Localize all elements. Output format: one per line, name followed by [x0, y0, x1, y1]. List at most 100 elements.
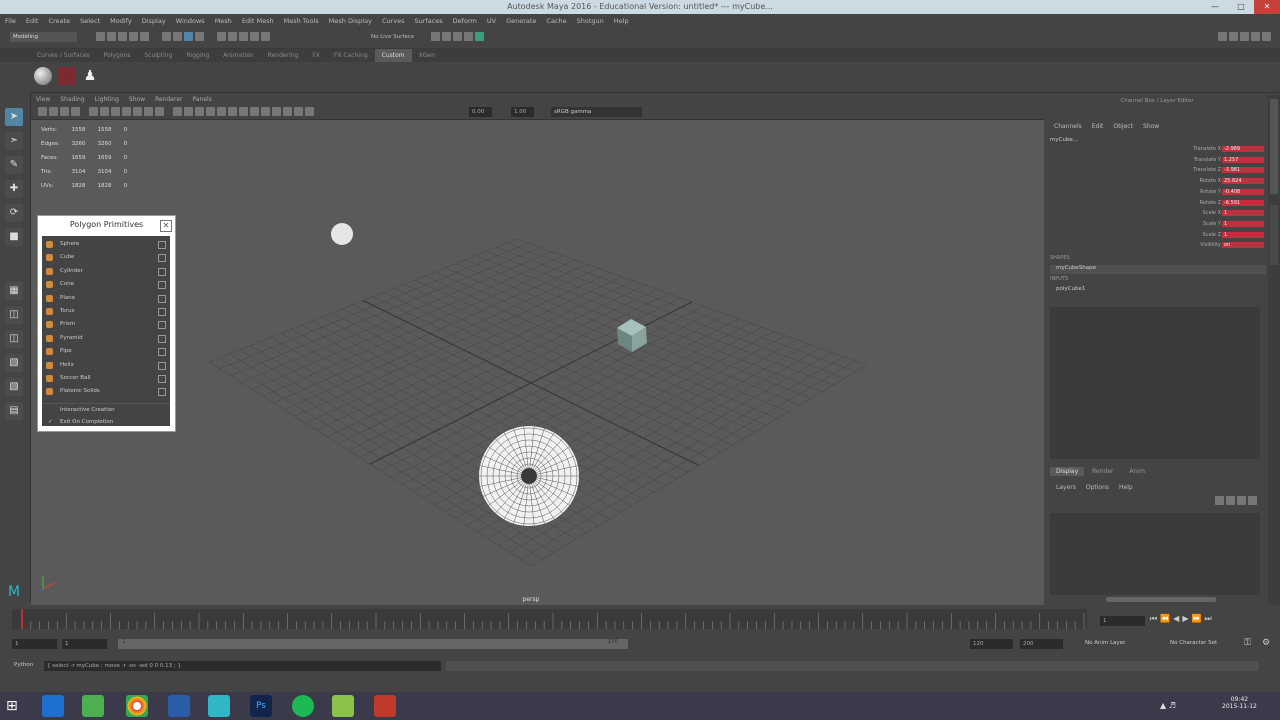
range-start-field[interactable]: 1: [12, 639, 57, 649]
channel-box-icon[interactable]: [1262, 32, 1271, 41]
new-layer-icon[interactable]: [1237, 496, 1246, 505]
anti-alias-icon[interactable]: [261, 107, 270, 116]
select-component-icon[interactable]: [184, 32, 193, 41]
channel-value[interactable]: on: [1222, 242, 1264, 249]
smooth-shade-icon[interactable]: [184, 107, 193, 116]
new-scene-icon[interactable]: [96, 32, 105, 41]
scale-tool-icon[interactable]: ■: [5, 228, 23, 246]
menu-layers[interactable]: Layers: [1056, 484, 1076, 491]
option-item[interactable]: Interactive Creation: [42, 402, 170, 417]
camera-select-icon[interactable]: [38, 107, 47, 116]
playback-start-field[interactable]: 1: [62, 639, 107, 649]
menu-create[interactable]: Create: [43, 14, 75, 28]
primitive-item[interactable]: Platonic Solids: [42, 385, 170, 398]
move-layer-down-icon[interactable]: [1226, 496, 1235, 505]
field-chart-icon[interactable]: [133, 107, 142, 116]
render-settings-icon[interactable]: [453, 32, 462, 41]
menu-edit[interactable]: Edit: [21, 14, 44, 28]
range-slider[interactable]: 1 120: [118, 639, 628, 649]
option-item[interactable]: ✓ Exit On Completion: [42, 416, 170, 429]
channel-value[interactable]: 25.824: [1222, 178, 1264, 185]
menu-windows[interactable]: Windows: [171, 14, 210, 28]
channel-value[interactable]: -2.989: [1222, 146, 1264, 152]
two-pane-icon[interactable]: ◫: [5, 330, 23, 348]
snap-view-icon[interactable]: [239, 32, 248, 41]
move-layer-up-icon[interactable]: [1215, 496, 1224, 505]
option-box-icon[interactable]: [158, 348, 166, 357]
cube-object[interactable]: [617, 319, 647, 352]
channel-row[interactable]: Visibility on: [1146, 242, 1266, 253]
hypershade-icon[interactable]: [464, 32, 473, 41]
select-tool-icon[interactable]: ➤: [5, 108, 23, 126]
snap-grid-icon[interactable]: [195, 32, 204, 41]
ambient-occlusion-icon[interactable]: [239, 107, 248, 116]
primitive-item[interactable]: Soccer Ball: [42, 372, 170, 385]
key-icon[interactable]: ⚿: [1244, 638, 1251, 648]
tool-settings-icon[interactable]: [1251, 32, 1260, 41]
layer-tab-anim[interactable]: Anim: [1122, 467, 1153, 476]
current-frame-field[interactable]: 1: [1100, 616, 1145, 626]
anim-layer-select[interactable]: No Anim Layer: [1085, 640, 1125, 646]
option-box-icon[interactable]: [158, 334, 166, 343]
channel-value[interactable]: 1: [1222, 220, 1264, 227]
animation-end-field[interactable]: 200: [1020, 639, 1063, 649]
menu-file[interactable]: File: [0, 14, 21, 28]
channel-row[interactable]: Translate Y 1.257: [1146, 156, 1266, 168]
layer-tab-display[interactable]: Display: [1050, 467, 1085, 476]
persp-outliner-icon[interactable]: ▧: [5, 354, 23, 372]
persp-graph-icon[interactable]: ▧: [5, 378, 23, 396]
menu-edit[interactable]: Edit: [1092, 123, 1104, 130]
select-object-icon[interactable]: [173, 32, 182, 41]
menu-uv[interactable]: UV: [482, 14, 501, 28]
render-frame-icon[interactable]: [431, 32, 440, 41]
xray-components-icon[interactable]: [305, 107, 314, 116]
menu-surfaces[interactable]: Surfaces: [410, 14, 448, 28]
snap-point-icon[interactable]: [228, 32, 237, 41]
menu-help[interactable]: Help: [1119, 484, 1133, 491]
menu-object[interactable]: Object: [1113, 123, 1133, 130]
menu-channels[interactable]: Channels: [1054, 123, 1082, 130]
undo-icon[interactable]: [129, 32, 138, 41]
shelf-tab-curves-surfaces[interactable]: Curves / Surfaces: [30, 49, 97, 62]
channel-value[interactable]: -3.981: [1222, 167, 1264, 174]
xray-icon[interactable]: [283, 107, 292, 116]
snap-curve-icon[interactable]: [217, 32, 226, 41]
menu-curves[interactable]: Curves: [377, 14, 410, 28]
primitive-item[interactable]: Cube: [42, 251, 170, 264]
shadows-icon[interactable]: [228, 107, 237, 116]
xray-joints-icon[interactable]: [294, 107, 303, 116]
paint-select-icon[interactable]: ✎: [5, 156, 23, 174]
step-forward-key-icon[interactable]: ⏩: [1191, 614, 1204, 623]
menu-options[interactable]: Options: [1086, 484, 1109, 491]
ipr-render-icon[interactable]: [442, 32, 451, 41]
menu-select[interactable]: Select: [75, 14, 105, 28]
open-scene-icon[interactable]: [107, 32, 116, 41]
channel-value[interactable]: -0.408: [1222, 188, 1264, 195]
redo-icon[interactable]: [140, 32, 149, 41]
scene-view[interactable]: persp: [31, 119, 1044, 605]
select-hierarchy-icon[interactable]: [162, 32, 171, 41]
shelf-tab-polygons[interactable]: Polygons: [97, 49, 138, 62]
primitive-item[interactable]: Torus: [42, 305, 170, 318]
sphere-object[interactable]: [331, 223, 353, 245]
vp-menu-shading[interactable]: Shading: [55, 95, 89, 105]
windows-start-icon[interactable]: ⊞: [6, 698, 18, 714]
time-slider[interactable]: 1 ⏮⏪◀▶⏩⏭: [0, 607, 1280, 632]
playback-end-field[interactable]: 120: [970, 639, 1013, 649]
primitive-item[interactable]: Plane: [42, 292, 170, 305]
option-box-icon[interactable]: [158, 361, 166, 370]
command-input[interactable]: { select -r myCube ; move -r -os -wd 0 0…: [44, 661, 441, 671]
shelf-tab-fx[interactable]: FX: [305, 49, 327, 62]
notepad-icon[interactable]: [332, 695, 354, 717]
move-tool-icon[interactable]: ✚: [5, 180, 23, 198]
snap-surface-icon[interactable]: [250, 32, 259, 41]
shelf-tab-fx-caching[interactable]: FX Caching: [327, 49, 375, 62]
layer-scrollbar[interactable]: [1106, 597, 1216, 602]
step-back-key-icon[interactable]: ⏪: [1160, 614, 1173, 623]
maya-taskbar-icon[interactable]: [208, 695, 230, 717]
channel-row[interactable]: Scale Z1: [1146, 231, 1266, 243]
bookmark-icon[interactable]: [60, 107, 69, 116]
close-icon[interactable]: ✕: [160, 220, 172, 232]
new-layer-selected-icon[interactable]: [1248, 496, 1257, 505]
shelf-tab-custom[interactable]: Custom: [374, 49, 412, 62]
